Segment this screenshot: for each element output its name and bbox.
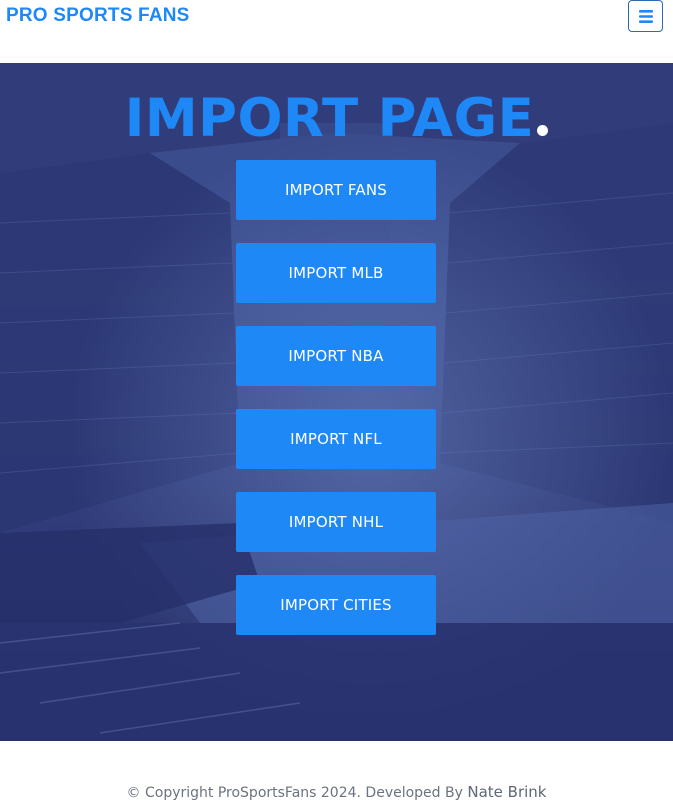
import-fans-button[interactable]: IMPORT FANS — [236, 160, 436, 220]
hamburger-menu-icon — [638, 9, 653, 23]
import-nhl-button[interactable]: IMPORT NHL — [236, 492, 436, 552]
title-dot — [537, 125, 549, 136]
footer-copyright: © Copyright ProSportsFans 2024. Develope… — [0, 783, 673, 801]
import-nba-button[interactable]: IMPORT NBA — [236, 326, 436, 386]
developer-link[interactable]: Nate Brink — [467, 783, 546, 801]
page-title: IMPORT PAGE — [0, 87, 673, 151]
menu-toggle-button[interactable] — [628, 0, 663, 32]
import-nfl-button[interactable]: IMPORT NFL — [236, 409, 436, 469]
import-mlb-button[interactable]: IMPORT MLB — [236, 243, 436, 303]
import-cities-button[interactable]: IMPORT CITIES — [236, 575, 436, 635]
site-footer: © Copyright ProSportsFans 2024. Develope… — [0, 741, 673, 806]
brand-logo-link[interactable]: PRO SPORTS FANS — [6, 5, 190, 27]
site-header: PRO SPORTS FANS — [0, 0, 673, 63]
copyright-text: © Copyright ProSportsFans 2024. Develope… — [126, 785, 463, 801]
hero-section: IMPORT PAGE IMPORT FANS IMPORT MLB IMPOR… — [0, 63, 673, 741]
page-title-text: IMPORT PAGE — [124, 88, 535, 149]
